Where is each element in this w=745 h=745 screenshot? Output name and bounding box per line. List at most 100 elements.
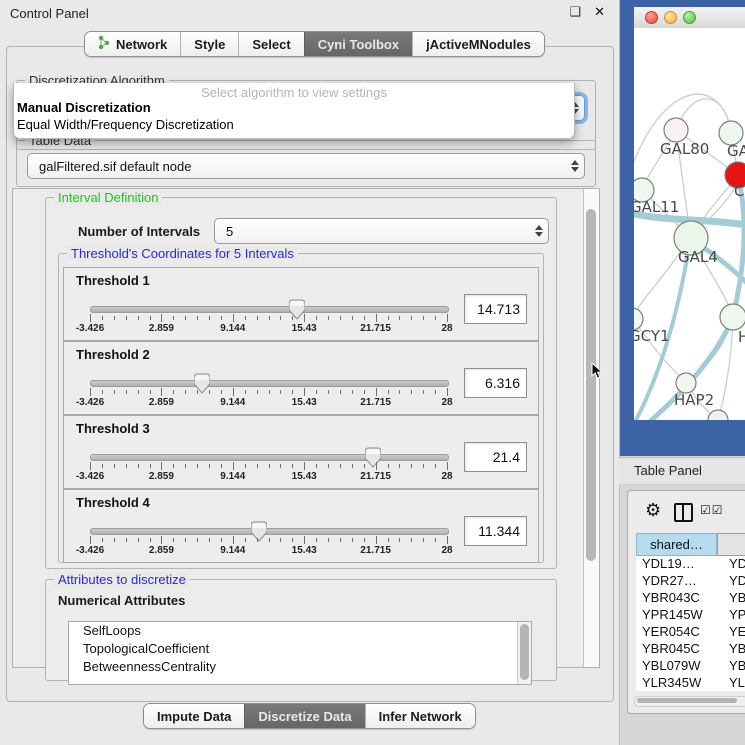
tab-cyni-toolbox[interactable]: Cyni Toolbox (304, 32, 412, 56)
threshold-4-panel: Threshold 4 -3.4262.8599.14415.4321.7152… (63, 489, 539, 563)
threshold-2-slider[interactable] (90, 380, 449, 387)
table-row[interactable]: YDL19…YDL1 (636, 556, 745, 573)
table-row[interactable]: YBL079WYBL0 (636, 658, 745, 675)
screen: Control Panel ❑ ✕ Network Style Select C… (0, 0, 745, 745)
threshold-1-slider[interactable] (90, 306, 449, 313)
table-hscrollbar[interactable] (634, 696, 745, 707)
thresholds-group: Threshold's Coordinates for 5 Intervals … (58, 253, 544, 563)
numerical-attributes-list[interactable]: SelfLoopsTopologicalCoefficientBetweenne… (68, 621, 532, 685)
threshold-2-panel: Threshold 2 -3.4262.8599.14415.4321.7152… (63, 341, 539, 415)
slider-tick-labels: -3.4262.8599.14415.4321.71528 (90, 471, 447, 483)
threshold-4-value-field[interactable] (464, 516, 527, 546)
interval-definition-group: Interval Definition Number of Intervals … (45, 197, 557, 569)
list-scrollbar[interactable] (517, 622, 531, 684)
popup-option-manual-discretization[interactable]: Manual Discretization (17, 100, 151, 115)
network-node[interactable] (664, 118, 688, 142)
table-row[interactable]: YLR345WYLR3 (636, 675, 745, 691)
close-window-icon[interactable]: ✕ (594, 4, 605, 20)
threshold-3-panel: Threshold 3 -3.4262.8599.14415.4321.7152… (63, 415, 539, 489)
group-title: Interval Definition (54, 190, 162, 205)
table-panel-window: ⚙ ☑☑ shared…na YDL19…YDL1YDR27…YDR2YBR04… (627, 490, 745, 714)
tab-style[interactable]: Style (180, 32, 238, 56)
tab-label: Impute Data (157, 709, 231, 724)
num-intervals-combo[interactable]: 5 (214, 218, 549, 244)
minimize-traffic-light-icon[interactable] (664, 11, 677, 24)
mouse-cursor (591, 362, 605, 380)
combo-stepper-icon (530, 225, 548, 237)
checkbox-columns-icon[interactable]: ☑☑ (700, 503, 724, 517)
attribute-list-item[interactable]: SelfLoops (69, 622, 531, 640)
table-rows: YDL19…YDL1YDR27…YDR2YBR043CYBR0YPR145WYP… (636, 556, 745, 691)
group-title: Attributes to discretize (54, 572, 190, 587)
attribute-list-item[interactable]: TopologicalCoefficient (69, 640, 531, 658)
combo-value: 5 (215, 224, 530, 239)
control-panel-window: Control Panel ❑ ✕ Network Style Select C… (0, 0, 620, 745)
threshold-3-slider[interactable] (90, 454, 449, 461)
network-node-label: GAL11 (634, 198, 679, 216)
tab-label: jActiveMNodules (426, 37, 531, 52)
threshold-4-slider[interactable] (90, 528, 449, 535)
combo-value: galFiltered.sif default node (28, 159, 566, 174)
network-node-label: C (734, 182, 744, 200)
close-traffic-light-icon[interactable] (645, 11, 658, 24)
popup-option-equal-width-frequency[interactable]: Equal Width/Frequency Discretization (17, 117, 234, 132)
tab-jactivemnodules[interactable]: jActiveMNodules (412, 32, 544, 56)
slider-ticks (90, 536, 447, 544)
table-row[interactable]: YBR043CYBR0 (636, 590, 745, 607)
tab-select[interactable]: Select (238, 32, 303, 56)
table-panel-titlebar: Table Panel (619, 457, 745, 485)
tab-impute-data[interactable]: Impute Data (144, 704, 244, 728)
column-header[interactable]: shared… (636, 533, 717, 556)
network-canvas[interactable]: GAL80 GA C GAL11 GAL4 GCY1 H HAP2 (634, 28, 745, 420)
split-columns-icon[interactable] (674, 503, 693, 522)
table-data-combo[interactable]: galFiltered.sif default node (27, 153, 585, 179)
slider-ticks (90, 462, 447, 470)
node-table: shared…na YDL19…YDL1YDR27…YDR2YBR043CYBR… (636, 533, 745, 691)
slider-tick-labels: -3.4262.8599.14415.4321.71528 (90, 323, 447, 335)
network-node-label: GA (727, 142, 745, 160)
network-node-label: GAL4 (678, 248, 718, 266)
algorithm-dropdown-popup: Select algorithm to view settings Manual… (13, 83, 575, 139)
threshold-label: Threshold 2 (76, 347, 150, 362)
numerical-attributes-label: Numerical Attributes (58, 593, 185, 608)
attribute-list-item[interactable]: BetweennessCentrality (69, 658, 531, 676)
zoom-traffic-light-icon[interactable] (683, 11, 696, 24)
table-row[interactable]: YER054CYER0 (636, 624, 745, 641)
window-title: Control Panel (10, 6, 89, 21)
threshold-label: Threshold 3 (76, 421, 150, 436)
tab-network[interactable]: Network (85, 32, 180, 56)
network-node-label: GAL80 (660, 140, 709, 158)
threshold-1-value-field[interactable] (464, 294, 527, 324)
table-row[interactable]: YPR145WYPR1 (636, 607, 745, 624)
settings-scrollbar[interactable] (583, 189, 599, 667)
table-toolbar: ⚙ ☑☑ (628, 491, 745, 533)
network-icon (98, 35, 110, 53)
tab-label: Infer Network (379, 709, 462, 724)
network-node[interactable] (676, 373, 696, 393)
threshold-label: Threshold 1 (76, 273, 150, 288)
tab-discretize-data[interactable]: Discretize Data (244, 704, 364, 728)
threshold-2-value-field[interactable] (464, 368, 527, 398)
threshold-1-panel: Threshold 1 -3.4262.8599.14415.4321.7152… (63, 267, 539, 341)
tab-label: Cyni Toolbox (318, 37, 399, 52)
network-node-label: GCY1 (634, 327, 670, 345)
tab-label: Select (252, 37, 290, 52)
float-window-icon[interactable]: ❑ (569, 4, 581, 20)
tab-infer-network[interactable]: Infer Network (365, 704, 475, 728)
threshold-3-value-field[interactable] (464, 442, 527, 472)
network-node[interactable] (720, 304, 745, 330)
table-header: shared…na (636, 533, 745, 556)
table-row[interactable]: YBR045CYBR0 (636, 641, 745, 658)
slider-tick-labels: -3.4262.8599.14415.4321.71528 (90, 545, 447, 557)
table-row[interactable]: YDR27…YDR2 (636, 573, 745, 590)
gear-icon[interactable]: ⚙ (645, 500, 661, 521)
network-node-label: H (738, 328, 745, 346)
network-node-label: HAP2 (674, 391, 714, 409)
control-panel-titlebar: Control Panel ❑ ✕ (0, 0, 619, 26)
threshold-label: Threshold 4 (76, 495, 150, 510)
combo-stepper-icon (566, 160, 584, 172)
slider-ticks (90, 388, 447, 396)
column-header[interactable]: na (717, 533, 745, 556)
slider-ticks (90, 314, 447, 322)
network-node[interactable] (708, 410, 728, 420)
